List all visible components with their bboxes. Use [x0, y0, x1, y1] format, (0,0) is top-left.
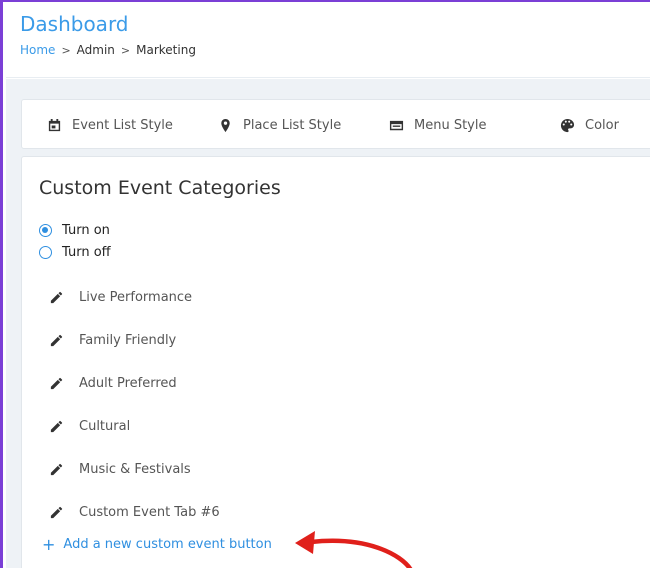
tab-event-list-style[interactable]: Event List Style — [47, 100, 173, 150]
breadcrumb: Home > Admin > Marketing — [20, 43, 196, 57]
breadcrumb-marketing: Marketing — [136, 43, 196, 57]
radio-button[interactable] — [39, 246, 52, 259]
category-label: Family Friendly — [79, 333, 177, 348]
add-button-label: Add a new custom event button — [63, 537, 272, 552]
calendar-icon — [48, 118, 61, 131]
turn-off-radio[interactable]: Turn off — [39, 245, 111, 260]
category-label: Adult Preferred — [79, 376, 177, 391]
pencil-icon[interactable] — [49, 462, 64, 477]
pencil-icon[interactable] — [49, 290, 64, 305]
pencil-icon[interactable] — [49, 419, 64, 434]
category-label: Cultural — [79, 419, 131, 434]
tab-label: Menu Style — [414, 117, 487, 133]
custom-event-categories-card: Custom Event Categories Turn on Turn off… — [21, 156, 650, 568]
pencil-icon[interactable] — [49, 333, 64, 348]
pencil-icon[interactable] — [49, 376, 64, 391]
category-item[interactable]: Music & Festivals — [49, 462, 191, 477]
plus-icon: + — [42, 535, 56, 554]
category-item[interactable]: Cultural — [49, 419, 130, 434]
turn-on-radio[interactable]: Turn on — [39, 223, 110, 238]
category-label: Custom Event Tab #6 — [79, 505, 220, 520]
tab-label: Color — [585, 117, 619, 133]
app-window: Dashboard Home > Admin > Marketing Event… — [0, 0, 650, 568]
breadcrumb-admin[interactable]: Admin — [77, 43, 115, 57]
radio-label: Turn off — [62, 245, 111, 260]
tab-place-list-style[interactable]: Place List Style — [218, 100, 341, 150]
tab-label: Event List Style — [72, 117, 173, 133]
palette-icon — [560, 118, 575, 132]
category-item[interactable]: Custom Event Tab #6 — [49, 505, 220, 520]
radio-label: Turn on — [62, 223, 110, 238]
category-label: Live Performance — [79, 290, 193, 305]
breadcrumb-separator: > — [120, 43, 131, 57]
tab-color[interactable]: Color — [560, 100, 619, 150]
category-label: Music & Festivals — [79, 462, 191, 477]
tab-menu-style[interactable]: Menu Style — [389, 100, 486, 150]
add-custom-event-button[interactable]: + Add a new custom event button — [42, 535, 272, 554]
card-title: Custom Event Categories — [39, 177, 281, 199]
style-tabs: Event List Style Place List Style Menu S… — [21, 99, 650, 149]
map-pin-icon — [221, 118, 230, 132]
breadcrumb-home[interactable]: Home — [20, 43, 55, 57]
page-header: Dashboard Home > Admin > Marketing — [6, 2, 650, 78]
pencil-icon[interactable] — [49, 505, 64, 520]
menu-card-icon — [389, 120, 404, 130]
radio-button-checked[interactable] — [39, 224, 52, 237]
breadcrumb-separator: > — [61, 43, 71, 57]
category-item[interactable]: Family Friendly — [49, 333, 176, 348]
category-item[interactable]: Adult Preferred — [49, 376, 177, 391]
tab-label: Place List Style — [243, 117, 342, 133]
page-title: Dashboard — [20, 12, 129, 36]
content-area: Event List Style Place List Style Menu S… — [6, 79, 650, 568]
category-item[interactable]: Live Performance — [49, 290, 192, 305]
